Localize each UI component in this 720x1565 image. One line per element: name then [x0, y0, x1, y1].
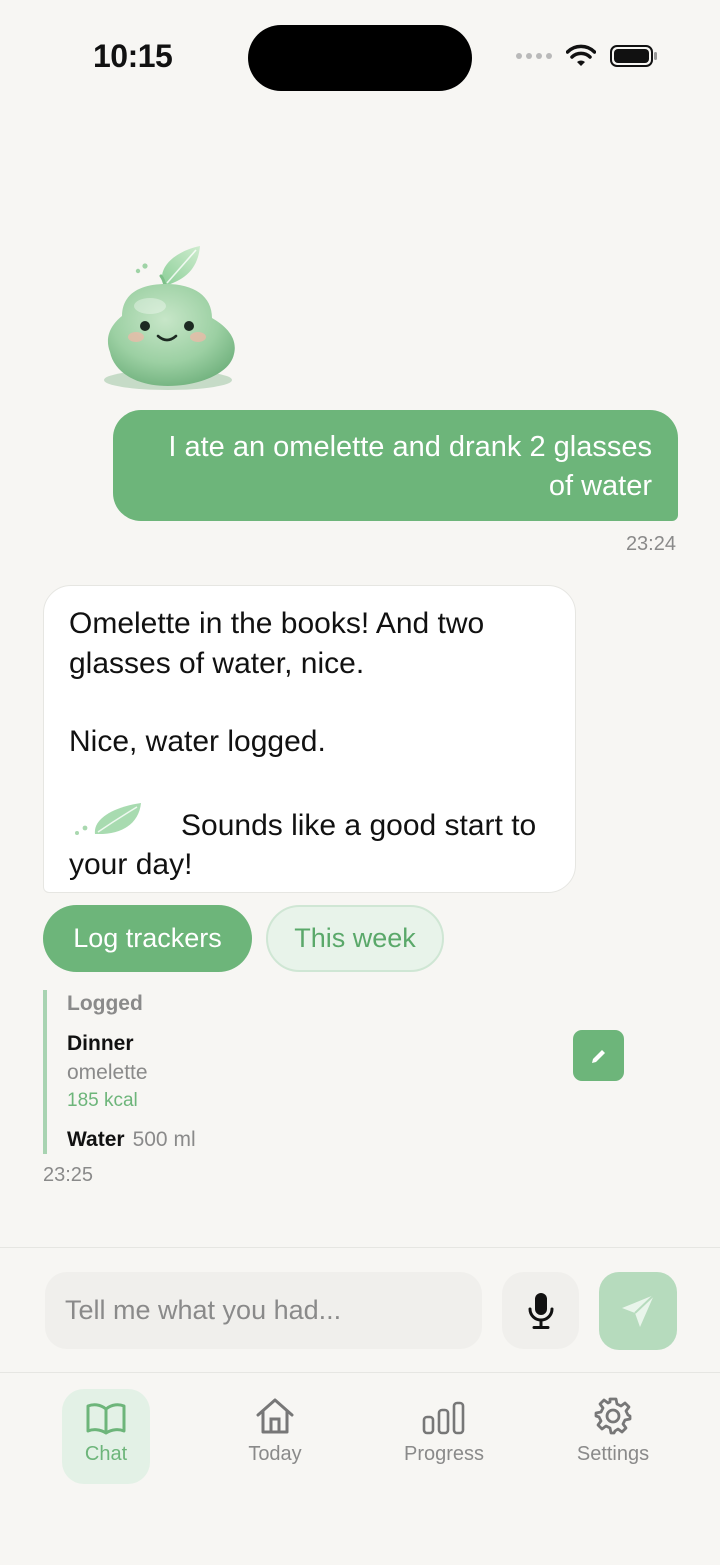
tab-progress[interactable]: Progress [379, 1389, 509, 1484]
dynamic-island [248, 25, 472, 91]
battery-icon [610, 45, 657, 67]
home-icon [256, 1398, 294, 1434]
meal-name: Dinner [67, 1032, 134, 1055]
pencil-icon [591, 1049, 605, 1063]
tab-label: Progress [403, 1443, 485, 1465]
bot-message-line: Sounds like a good start to your day! [69, 801, 551, 885]
microphone-icon [528, 1292, 553, 1329]
tab-today[interactable]: Today [210, 1389, 340, 1484]
status-time: 10:15 [93, 38, 173, 74]
leaf-icon [75, 802, 141, 835]
edit-entry-button[interactable] [573, 1030, 624, 1081]
send-icon [622, 1294, 655, 1327]
bot-message-line: Nice, water logged. [69, 725, 326, 758]
logged-time: 23:25 [43, 1164, 94, 1186]
tab-label: Chat [84, 1443, 128, 1465]
tab-label: Settings [576, 1443, 650, 1465]
water-entry: Water 500 ml [67, 1128, 196, 1152]
water-label: Water [67, 1128, 125, 1151]
bar-chart-icon [422, 1401, 465, 1435]
send-button[interactable] [599, 1272, 677, 1350]
book-icon [86, 1403, 126, 1435]
user-message-text: I ate an omelette and drank 2 glasses of… [168, 431, 652, 502]
tab-bar: Chat Today Progress Settings [0, 1374, 720, 1565]
signal-icon [516, 53, 552, 59]
water-amount: 500 ml [132, 1128, 196, 1151]
message-composer [0, 1247, 720, 1373]
status-icons [516, 44, 658, 68]
bot-message-bubble: Omelette in the books! And two glasses o… [43, 585, 576, 893]
meal-food: omelette [67, 1061, 148, 1084]
microphone-button[interactable] [502, 1272, 579, 1349]
gear-icon [594, 1397, 632, 1435]
this-week-button[interactable]: This week [266, 905, 444, 972]
message-input[interactable] [45, 1272, 482, 1349]
meal-calories: 185 kcal [67, 1090, 138, 1111]
logged-entries: Logged Dinner omelette 185 kcal Water 500… [43, 990, 643, 1154]
bot-message-line: Omelette in the books! And two glasses o… [69, 607, 485, 680]
wifi-icon [566, 44, 596, 66]
user-message-bubble: I ate an omelette and drank 2 glasses of… [113, 410, 678, 521]
mascot-avatar [104, 246, 235, 390]
log-trackers-button[interactable]: Log trackers [43, 905, 252, 972]
tab-settings[interactable]: Settings [548, 1389, 678, 1484]
user-message-time: 23:24 [625, 533, 676, 555]
tab-chat[interactable]: Chat [62, 1389, 150, 1484]
status-bar: 10:15 [0, 0, 720, 120]
tab-label: Today [248, 1443, 302, 1465]
logged-title: Logged [67, 992, 143, 1015]
